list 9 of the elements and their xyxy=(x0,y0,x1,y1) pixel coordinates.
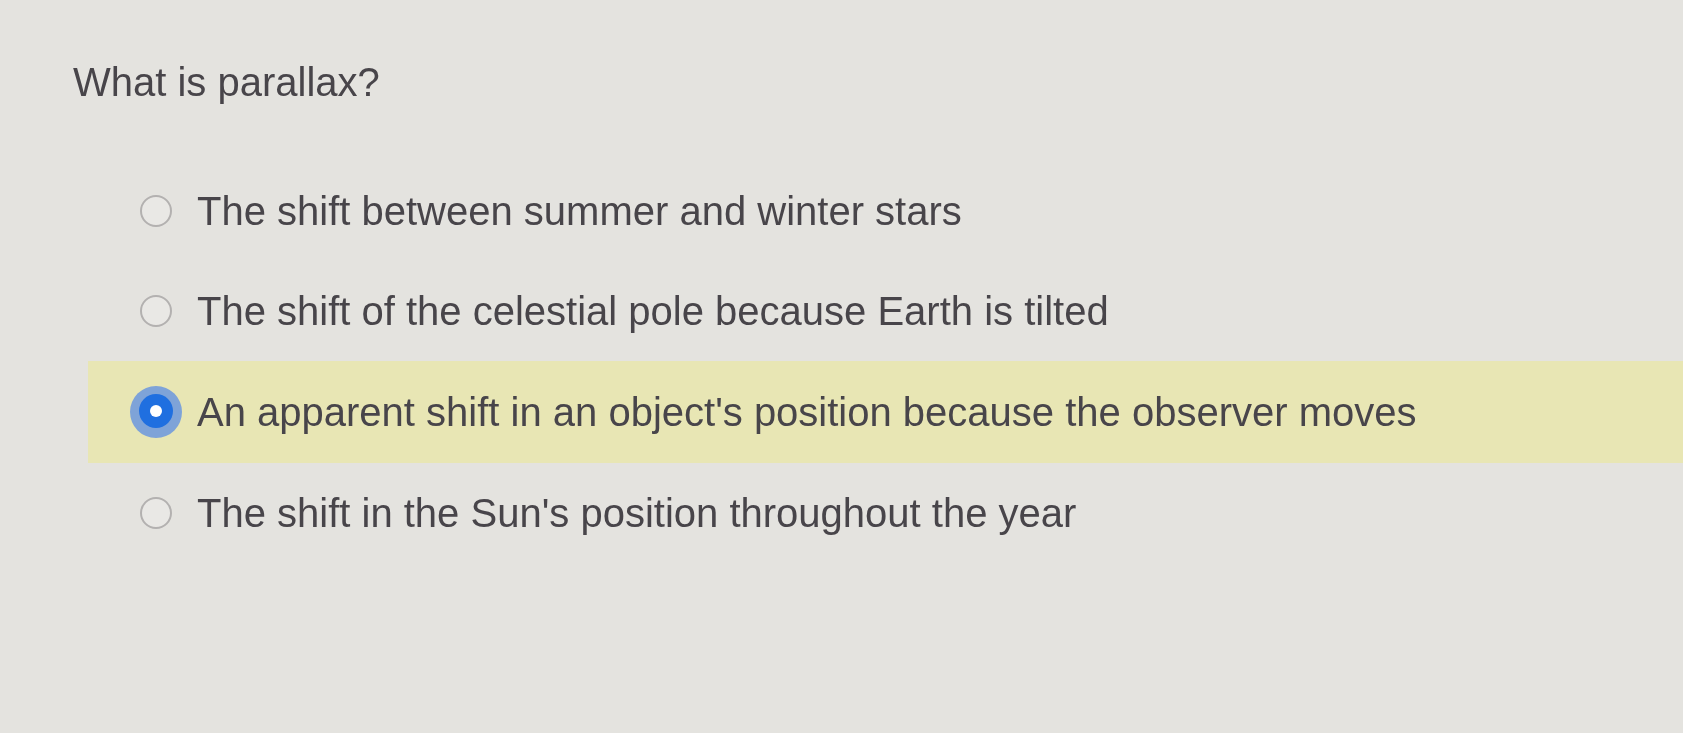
option-label[interactable]: The shift of the celestial pole because Earth is tilted xyxy=(197,288,1109,334)
option-label[interactable]: An apparent shift in an object's position because the observer moves xyxy=(197,389,1417,435)
radio-button[interactable] xyxy=(140,295,172,327)
option-label[interactable]: The shift between summer and winter stars xyxy=(197,188,962,234)
option-label[interactable]: The shift in the Sun's position throughout the year xyxy=(197,490,1077,536)
radio-button[interactable] xyxy=(140,497,172,529)
radio-button[interactable] xyxy=(140,195,172,227)
radio-button-selected[interactable] xyxy=(130,386,182,438)
question-text: What is parallax? xyxy=(73,59,380,105)
